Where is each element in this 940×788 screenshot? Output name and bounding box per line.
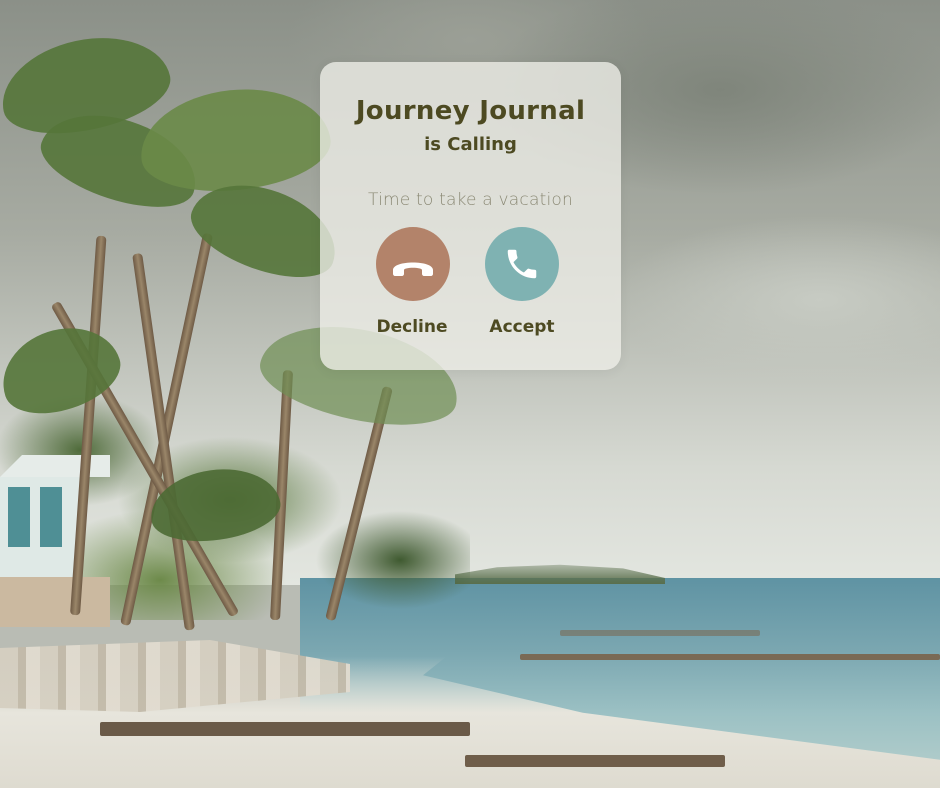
caller-name: Journey Journal xyxy=(355,96,586,126)
phone-icon xyxy=(507,249,537,279)
accept-button[interactable] xyxy=(485,227,559,301)
call-status: is Calling xyxy=(424,134,517,155)
accept-label[interactable]: Accept xyxy=(467,317,577,337)
incoming-call-card: Journey Journal is Calling Time to take … xyxy=(320,62,621,370)
phone-hangup-icon xyxy=(393,262,433,276)
decline-label[interactable]: Decline xyxy=(357,317,467,337)
decline-button[interactable] xyxy=(376,227,450,301)
beach-house xyxy=(0,455,110,627)
call-message: Time to take a vacation xyxy=(368,190,573,210)
